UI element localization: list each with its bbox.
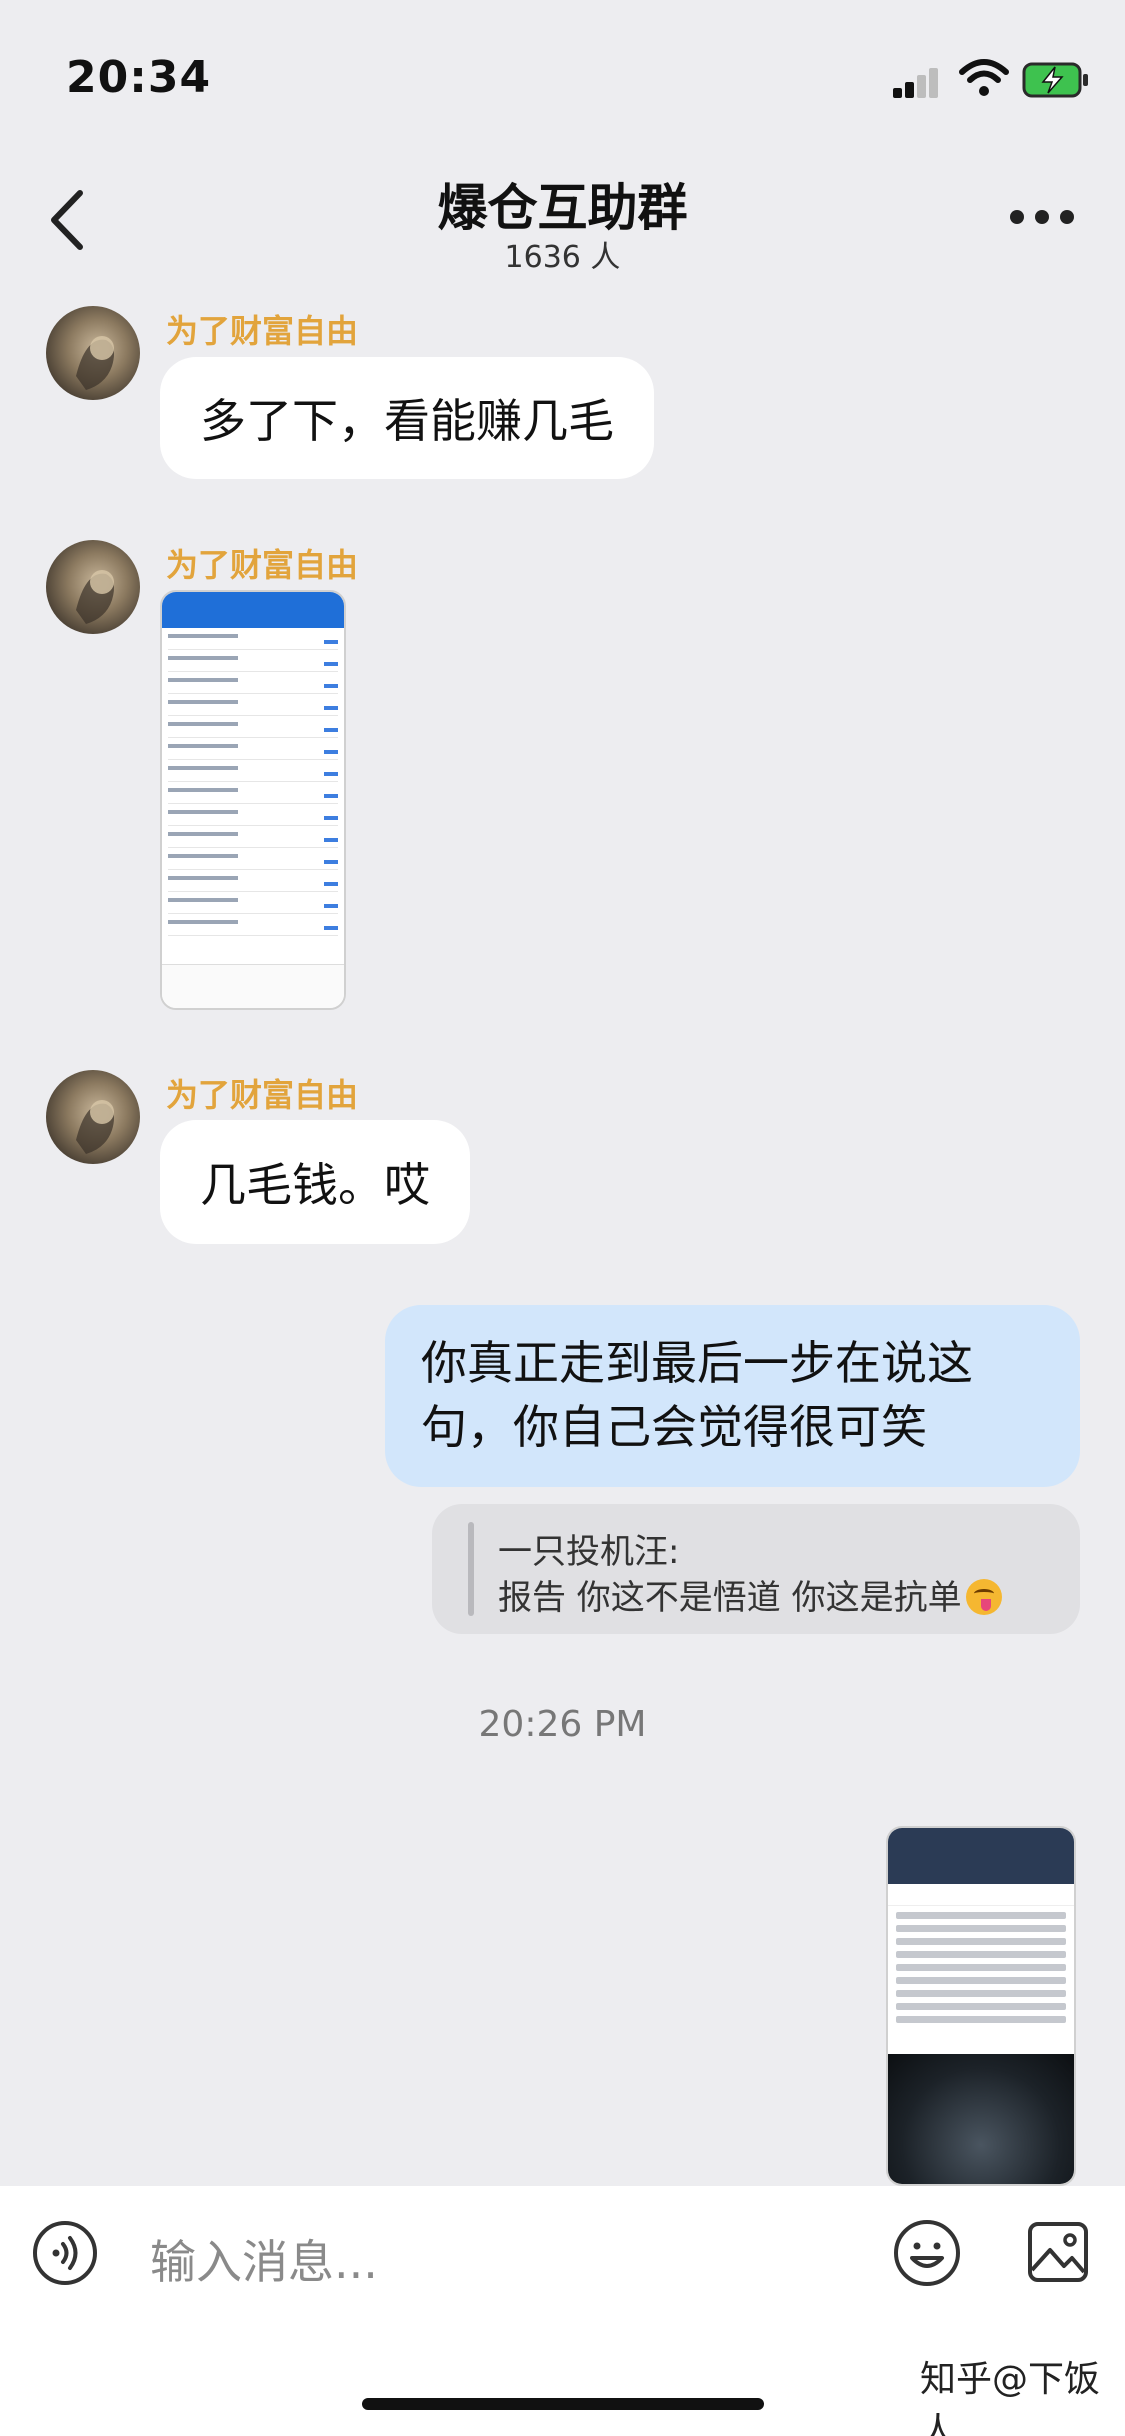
thumbnail-text-line: [896, 1990, 1066, 1997]
thumbnail-text-line: [896, 1964, 1066, 1971]
status-time: 20:34: [66, 52, 212, 103]
thumbnail-row: [168, 850, 338, 870]
thumbnail-text-line: [896, 1977, 1066, 1984]
quote-author: 一只投机汪:: [498, 1532, 680, 1572]
thumbnail-row: [168, 696, 338, 716]
thumbnail-photo: [888, 2054, 1074, 2184]
outgoing-line-1: 你真正走到最后一步在说这: [421, 1336, 973, 1390]
wifi-icon: [959, 59, 1009, 96]
more-options-icon[interactable]: [1010, 210, 1074, 226]
tongue-out-emoji-icon: [965, 1579, 1002, 1615]
quote-text-line: 报告 你这不是悟道 你这是抗单: [498, 1570, 1002, 1619]
thumbnail-row: [168, 740, 338, 760]
thumbnail-header: [162, 592, 344, 628]
thumbnail-row: [168, 828, 338, 848]
thumbnail-row: [168, 652, 338, 672]
outgoing-line-2: 句，你自己会觉得很可笑: [421, 1400, 927, 1454]
thumbnail-row: [168, 872, 338, 892]
watermark: 知乎@下饭人: [920, 2359, 1101, 2436]
home-indicator: [362, 2398, 764, 2410]
battery-charging-icon: [1022, 62, 1088, 98]
member-count: 1636 人: [504, 240, 621, 275]
quote-bar: [468, 1522, 474, 1616]
image-picker-icon[interactable]: [1026, 2220, 1090, 2284]
chat-header: 爆仓互助群 1636 人: [0, 150, 1125, 290]
sender-name: 为了财富自由: [166, 1076, 359, 1114]
sender-name: 为了财富自由: [166, 546, 359, 584]
chat-title: 爆仓互助群: [437, 179, 688, 237]
message-bubble[interactable]: 几毛钱。哎: [160, 1120, 470, 1244]
thumbnail-row: [168, 718, 338, 738]
message-bubble[interactable]: 多了下，看能赚几毛: [160, 357, 654, 479]
quoted-message[interactable]: 一只投机汪: 报告 你这不是悟道 你这是抗单: [432, 1504, 1080, 1634]
sender-name: 为了财富自由: [166, 312, 359, 350]
thumbnail-row: [168, 894, 338, 914]
image-message-weibo-screenshot[interactable]: [886, 1826, 1076, 2186]
thumbnail-row: [168, 630, 338, 650]
thumbnail-text-line: [896, 1938, 1066, 1945]
avatar[interactable]: [46, 1070, 140, 1164]
avatar[interactable]: [46, 306, 140, 400]
avatar[interactable]: [46, 540, 140, 634]
thumbnail-header: [888, 1828, 1074, 1884]
thumbnail-text-line: [896, 2003, 1066, 2010]
quote-text: 报告 你这不是悟道 你这是抗单: [498, 1578, 962, 1618]
thumbnail-text-line: [896, 1951, 1066, 1958]
thumbnail-footer: [162, 964, 344, 1008]
chat-screen: 20:34 爆仓互助群 1636 人 为了财富自由 多了下，看能赚几毛 为了财富…: [0, 0, 1125, 2436]
thumbnail-row: [168, 762, 338, 782]
thumbnail-row: [168, 674, 338, 694]
thumbnail-tabs: [888, 1884, 1074, 1906]
message-input[interactable]: 输入消息...: [150, 2226, 378, 2292]
thumbnail-text-line: [896, 1912, 1066, 1919]
image-message-trading-screenshot[interactable]: [160, 590, 346, 1010]
timestamp: 20:26 PM: [478, 1704, 647, 1745]
emoji-icon[interactable]: [892, 2218, 962, 2288]
thumbnail-text-line: [896, 2016, 1066, 2023]
thumbnail-row: [168, 916, 338, 936]
thumbnail-text-line: [896, 1925, 1066, 1932]
voice-input-icon[interactable]: [32, 2220, 98, 2286]
thumbnail-row: [168, 784, 338, 804]
status-bar: 20:34: [0, 0, 1125, 150]
cellular-signal-icon: [893, 68, 939, 98]
thumbnail-row: [168, 806, 338, 826]
outgoing-message-bubble[interactable]: 你真正走到最后一步在说这 句，你自己会觉得很可笑: [385, 1305, 1080, 1487]
